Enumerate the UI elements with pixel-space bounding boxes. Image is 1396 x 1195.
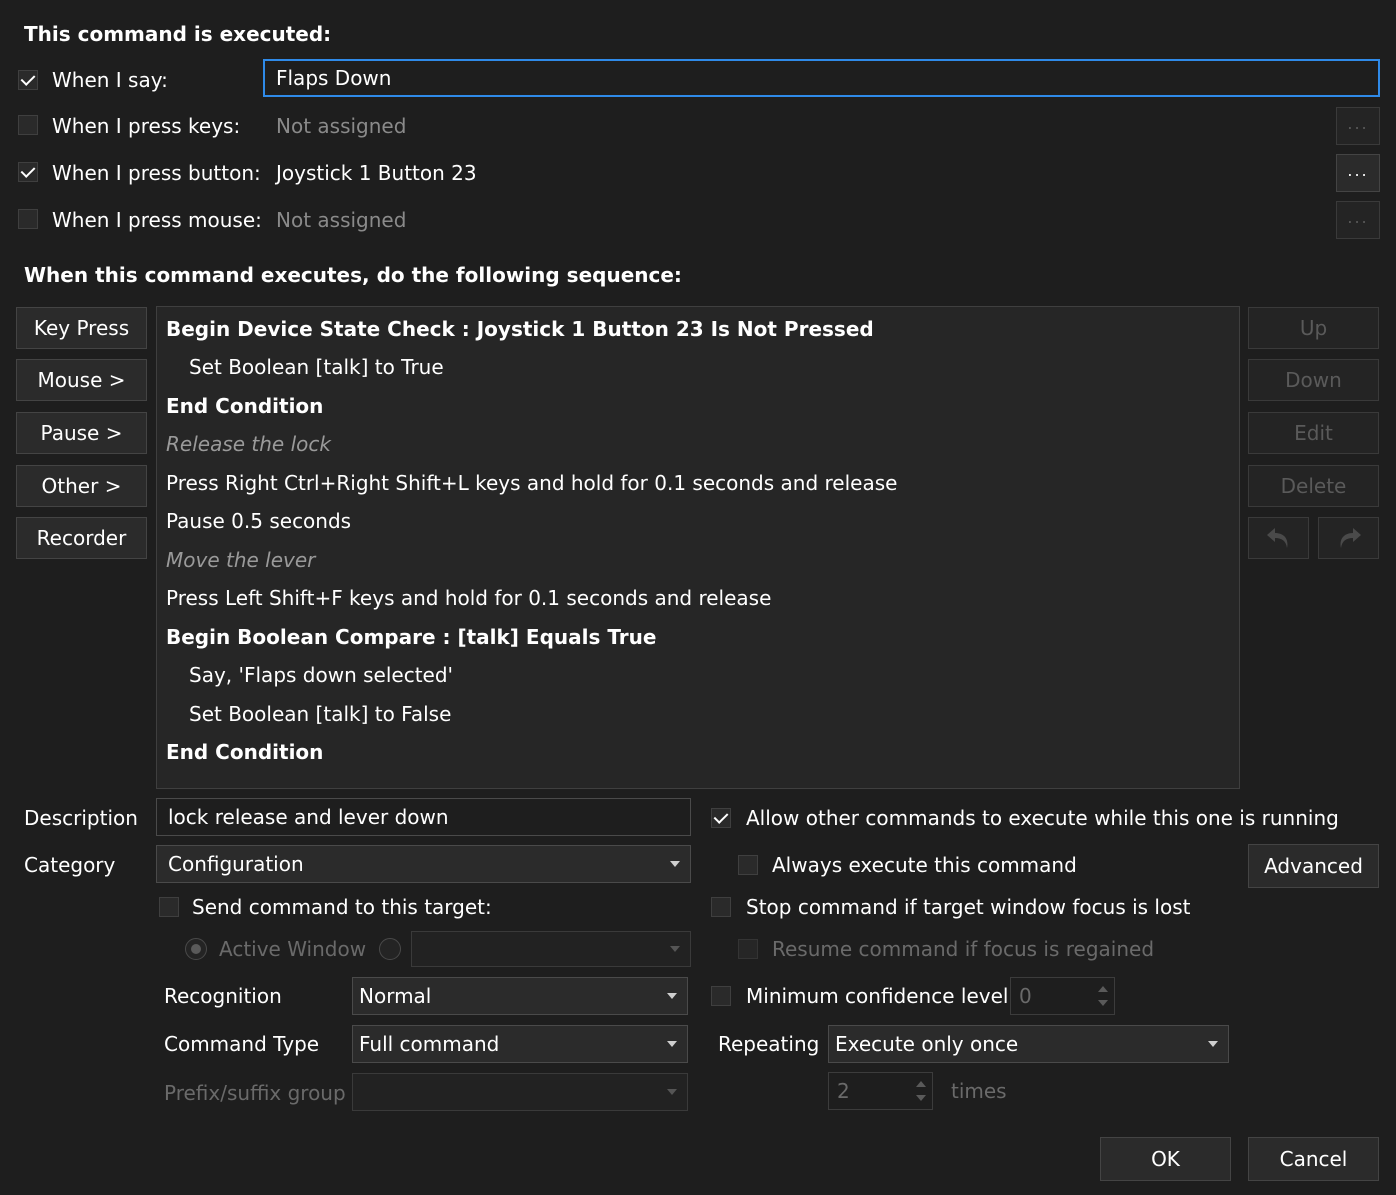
sequence-line[interactable]: Begin Device State Check : Joystick 1 Bu… [166,317,874,341]
when-i-press-button-checkbox[interactable] [18,162,38,182]
min-confidence-label: Minimum confidence level [746,984,1009,1008]
min-confidence-stepper[interactable]: 0 [1010,977,1115,1015]
prefix-suffix-dropdown[interactable] [352,1073,688,1111]
executed-title: This command is executed: [24,22,332,46]
chevron-down-icon [670,946,680,952]
ok-button[interactable]: OK [1100,1137,1231,1181]
sequence-line[interactable]: Set Boolean [talk] to False [189,702,451,726]
command-type-dropdown[interactable]: Full command [352,1025,688,1063]
recognition-label: Recognition [164,984,282,1008]
keys-browse-button[interactable]: ... [1336,107,1380,145]
advanced-button[interactable]: Advanced [1248,844,1379,888]
chevron-down-icon [667,993,677,999]
min-confidence-checkbox[interactable] [711,986,731,1006]
chevron-down-icon [667,1089,677,1095]
sequence-line[interactable]: End Condition [166,394,323,418]
resume-on-focus-checkbox[interactable] [738,939,758,959]
when-i-say-input[interactable]: Flaps Down [263,59,1380,97]
always-execute-label: Always execute this command [772,853,1077,877]
delete-button[interactable]: Delete [1248,465,1379,507]
sequence-line[interactable]: Set Boolean [talk] to True [189,355,444,379]
redo-button[interactable] [1318,517,1379,559]
sequence-line[interactable]: End Condition [166,740,323,764]
sequence-title: When this command executes, do the follo… [24,263,682,287]
action-sequence-list[interactable]: Begin Device State Check : Joystick 1 Bu… [156,306,1240,789]
repeat-count-stepper[interactable]: 2 [828,1072,933,1110]
resume-on-focus-label: Resume command if focus is regained [772,937,1155,961]
button-browse-button[interactable]: ... [1336,154,1380,192]
sequence-line[interactable]: Pause 0.5 seconds [166,509,351,533]
stepper-down-icon[interactable] [1098,1000,1108,1006]
chevron-down-icon [667,1041,677,1047]
specific-window-radio[interactable] [379,938,401,960]
allow-other-commands-checkbox[interactable] [711,808,731,828]
prefix-suffix-label: Prefix/suffix group [164,1081,346,1105]
stepper-down-icon[interactable] [916,1095,926,1101]
when-i-press-mouse-checkbox[interactable] [18,209,38,229]
when-i-press-keys-checkbox[interactable] [18,115,38,135]
repeating-dropdown[interactable]: Execute only once [828,1025,1229,1063]
other-button[interactable]: Other > [16,465,147,507]
sequence-line[interactable]: Begin Boolean Compare : [talk] Equals Tr… [166,625,656,649]
category-value: Configuration [168,852,304,876]
repeating-label: Repeating [718,1032,820,1056]
always-execute-checkbox[interactable] [738,855,758,875]
stop-on-focus-lost-checkbox[interactable] [711,897,731,917]
description-input[interactable]: lock release and lever down [156,798,691,836]
cancel-button[interactable]: Cancel [1248,1137,1379,1181]
times-label: times [951,1079,1007,1103]
chevron-down-icon [1208,1041,1218,1047]
active-window-label: Active Window [219,937,367,961]
mouse-value: Not assigned [276,208,407,232]
keys-value: Not assigned [276,114,407,138]
key-press-button[interactable]: Key Press [16,307,147,349]
repeat-count-value: 2 [837,1079,850,1103]
chevron-down-icon [670,861,680,867]
active-window-radio[interactable] [185,938,207,960]
sequence-line[interactable]: Press Left Shift+F keys and hold for 0.1… [166,586,771,610]
mouse-button[interactable]: Mouse > [16,359,147,401]
recognition-dropdown[interactable]: Normal [352,977,688,1015]
command-type-value: Full command [359,1032,500,1056]
redo-arrow-icon [1340,528,1361,548]
sequence-line[interactable]: Release the lock [166,432,331,456]
recorder-button[interactable]: Recorder [16,517,147,559]
sequence-line[interactable]: Move the lever [166,548,315,572]
down-button[interactable]: Down [1248,359,1379,401]
undo-arrow-icon [1266,528,1287,548]
pause-button[interactable]: Pause > [16,412,147,454]
sequence-line[interactable]: Press Right Ctrl+Right Shift+L keys and … [166,471,897,495]
send-to-target-checkbox[interactable] [159,897,179,917]
description-label: Description [24,806,138,830]
when-i-press-button-label: When I press button: [52,161,261,185]
repeating-value: Execute only once [835,1032,1019,1056]
up-button[interactable]: Up [1248,307,1379,349]
allow-other-commands-label: Allow other commands to execute while th… [746,806,1339,830]
mouse-browse-button[interactable]: ... [1336,201,1380,239]
edit-button[interactable]: Edit [1248,412,1379,454]
send-to-target-label: Send command to this target: [192,895,492,919]
stepper-up-icon[interactable] [916,1081,926,1087]
when-i-press-keys-label: When I press keys: [52,114,241,138]
stepper-up-icon[interactable] [1098,986,1108,992]
target-window-dropdown[interactable] [411,931,691,967]
button-value: Joystick 1 Button 23 [276,161,477,185]
when-i-say-label: When I say: [52,68,168,92]
command-type-label: Command Type [164,1032,320,1056]
min-confidence-value: 0 [1019,984,1032,1008]
when-i-say-checkbox[interactable] [18,70,38,90]
when-i-press-mouse-label: When I press mouse: [52,208,262,232]
undo-button[interactable] [1248,517,1309,559]
category-dropdown[interactable]: Configuration [156,845,691,883]
recognition-value: Normal [359,984,432,1008]
sequence-line[interactable]: Say, 'Flaps down selected' [189,663,453,687]
category-label: Category [24,853,116,877]
stop-on-focus-lost-label: Stop command if target window focus is l… [746,895,1191,919]
